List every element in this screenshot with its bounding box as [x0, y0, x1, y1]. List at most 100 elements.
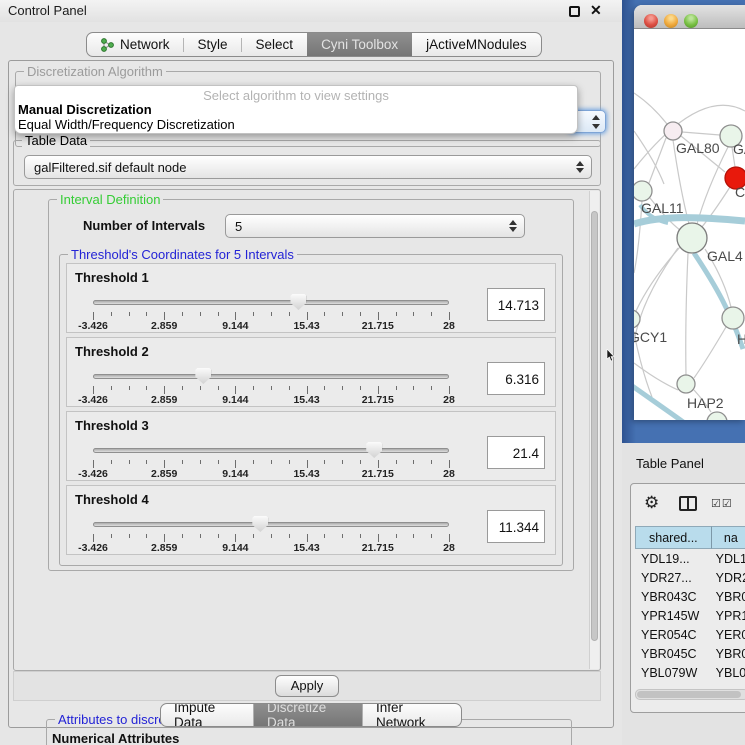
control-panel-titlebar: Control Panel ✕: [0, 0, 622, 22]
number-of-intervals-combobox[interactable]: 5: [225, 214, 525, 238]
threshold-3-value-field[interactable]: 21.4: [487, 436, 545, 469]
slider-ticks: [93, 460, 449, 469]
label-hap2: HAP2: [687, 395, 724, 411]
slider-thumb[interactable]: [252, 516, 268, 532]
threshold-3-label: Threshold 3: [75, 418, 149, 433]
combo-stepper-icon: [576, 160, 584, 174]
tab-network[interactable]: Network: [87, 33, 184, 56]
columns-icon[interactable]: [679, 496, 697, 511]
threshold-2-panel: Threshold 2 -3.4262.859 9.14415.43 21.71…: [66, 337, 556, 407]
table-row[interactable]: YBR043CYBR0: [635, 587, 745, 606]
threshold-4-value-field[interactable]: 11.344: [487, 510, 545, 543]
node-partial-bottom[interactable]: [707, 412, 727, 420]
slider-thumb[interactable]: [290, 294, 306, 310]
slider-track[interactable]: [93, 448, 449, 453]
network-graph: GAL80 GA C GAL11 GAL4 GCY1 H HAP2: [634, 30, 745, 420]
table-row[interactable]: YPR145WYPR1: [635, 606, 745, 625]
table-panel-box: ⚙ ☑☑ shared... na YDL19...YDL1 YDR27...Y…: [630, 483, 745, 713]
label-h-partial: H: [737, 331, 745, 347]
tab-impute-data[interactable]: Impute Data: [161, 704, 254, 726]
table-row[interactable]: YBL079WYBL0: [635, 663, 745, 682]
label-gcy1: GCY1: [634, 329, 667, 345]
settings-scroll-panel: Interval Definition Number of Intervals …: [13, 189, 601, 671]
algorithm-dropdown-popup: Select algorithm to view settings Manual…: [14, 85, 578, 134]
node-gal11[interactable]: [634, 181, 652, 201]
label-gal80: GAL80: [676, 140, 720, 156]
table-horizontal-scrollbar[interactable]: [635, 689, 745, 700]
table-header-row: shared... na: [635, 526, 745, 549]
tab-discretize-data[interactable]: Discretize Data: [254, 704, 363, 726]
node-gal4[interactable]: [677, 223, 707, 253]
threshold-2-value-field[interactable]: 6.316: [487, 362, 545, 395]
label-gal11: GAL11: [641, 200, 684, 216]
threshold-2-slider[interactable]: -3.4262.859 9.14415.43 21.71528: [93, 366, 449, 404]
panel-title: Control Panel: [8, 3, 87, 18]
node-hap2[interactable]: [677, 375, 695, 393]
threshold-4-label: Threshold 4: [75, 492, 149, 507]
slider-thumb[interactable]: [366, 442, 382, 458]
table-panel: Table Panel ⚙ ☑☑ shared... na YDL19...YD…: [622, 443, 745, 745]
popup-item-manual-discretization[interactable]: Manual Discretization: [15, 102, 577, 117]
slider-ticks: [93, 386, 449, 395]
apply-row: Apply: [13, 671, 601, 701]
label-ga-partial: GA: [733, 141, 745, 157]
network-canvas[interactable]: GAL80 GA C GAL11 GAL4 GCY1 H HAP2: [634, 30, 745, 420]
thresholds-group: Threshold's Coordinates for 5 Intervals …: [59, 254, 563, 566]
threshold-3-slider[interactable]: -3.4262.859 9.14415.43 21.71528: [93, 440, 449, 478]
minimize-traffic-light-icon[interactable]: [664, 14, 678, 28]
column-header-shared-name[interactable]: shared...: [635, 526, 712, 549]
table-row[interactable]: YER054CYER0: [635, 625, 745, 644]
network-view-window: GAL80 GA C GAL11 GAL4 GCY1 H HAP2: [634, 5, 745, 420]
table-row[interactable]: YBR045CYBR0: [635, 644, 745, 663]
thresholds-group-label: Threshold's Coordinates for 5 Intervals: [68, 247, 297, 262]
discretization-algorithm-label: Discretization Algorithm: [24, 64, 166, 79]
float-window-icon[interactable]: [569, 6, 580, 17]
apply-button[interactable]: Apply: [275, 675, 339, 697]
control-panel: Control Panel ✕ Network Style Select Cyn…: [0, 0, 622, 745]
number-of-intervals-label: Number of Intervals: [83, 218, 205, 233]
node-h[interactable]: [722, 307, 744, 329]
table-data-combobox[interactable]: galFiltered.sif default node: [24, 155, 592, 179]
zoom-traffic-light-icon[interactable]: [684, 14, 698, 28]
table-row[interactable]: YLR345WYLR3: [635, 682, 745, 686]
label-gal4: GAL4: [707, 248, 743, 264]
slider-ticks: [93, 534, 449, 543]
threshold-3-panel: Threshold 3 -3.4262.859 9.14415.43 21.71…: [66, 411, 556, 481]
tab-style[interactable]: Style: [184, 33, 242, 56]
tab-infer-network[interactable]: Infer Network: [363, 704, 461, 726]
tab-select[interactable]: Select: [242, 33, 308, 56]
column-header-name[interactable]: na: [712, 526, 745, 549]
threshold-4-panel: Threshold 4 -3.4262.859 9.14415.43 21.71…: [66, 485, 556, 555]
slider-thumb[interactable]: [195, 368, 211, 384]
table-row[interactable]: YDR27...YDR2: [635, 568, 745, 587]
numerical-attributes-label: Numerical Attributes: [52, 731, 179, 745]
slider-track[interactable]: [93, 374, 449, 379]
threshold-4-slider[interactable]: -3.4262.859 9.14415.43 21.71528: [93, 514, 449, 552]
panel-scrollbar[interactable]: [589, 191, 599, 669]
select-columns-icon[interactable]: ☑☑: [711, 497, 733, 510]
node-gcy1[interactable]: [634, 310, 640, 328]
table-data-group: Table Data galFiltered.sif default node: [13, 140, 601, 186]
slider-track[interactable]: [93, 300, 449, 305]
combo-stepper-icon: [509, 219, 517, 233]
interval-definition-label: Interval Definition: [57, 192, 163, 207]
mouse-cursor: [606, 349, 615, 362]
close-icon[interactable]: ✕: [590, 2, 602, 19]
interval-definition-group: Interval Definition Number of Intervals …: [48, 199, 574, 571]
network-icon: [101, 38, 114, 52]
threshold-1-slider[interactable]: -3.4262.859 9.14415.43 21.71528: [93, 292, 449, 330]
tab-jactivemnodules[interactable]: jActiveMNodules: [412, 33, 541, 56]
popup-prompt-item: Select algorithm to view settings: [15, 86, 577, 102]
node-gal80[interactable]: [664, 122, 682, 140]
tab-cyni-toolbox[interactable]: Cyni Toolbox: [307, 33, 412, 56]
node-table: shared... na YDL19...YDL1 YDR27...YDR2 Y…: [635, 526, 745, 686]
top-tab-bar: Network Style Select Cyni Toolbox jActiv…: [86, 32, 542, 57]
cyni-toolbox-panel: Discretization Algorithm Table Data galF…: [8, 60, 614, 728]
network-window-titlebar[interactable]: [634, 5, 745, 29]
popup-item-equal-width-frequency[interactable]: Equal Width/Frequency Discretization: [15, 117, 577, 132]
table-row[interactable]: YDL19...YDL1: [635, 549, 745, 568]
gear-icon[interactable]: ⚙: [644, 494, 659, 511]
close-traffic-light-icon[interactable]: [644, 14, 658, 28]
threshold-1-value-field[interactable]: 14.713: [487, 288, 545, 321]
slider-track[interactable]: [93, 522, 449, 527]
